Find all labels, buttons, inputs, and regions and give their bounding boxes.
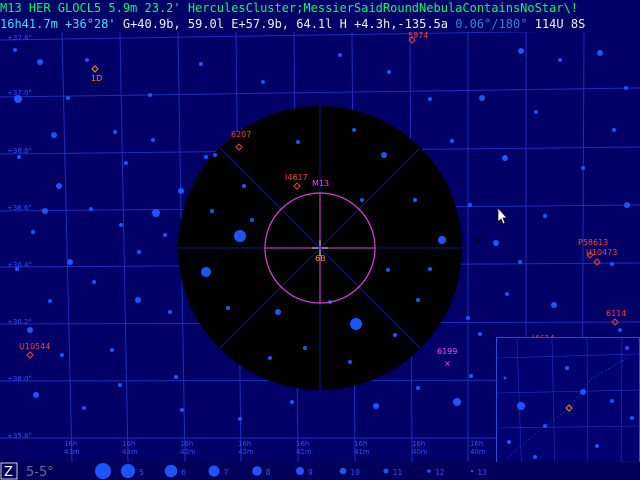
ra-readout: 16h41.7m <box>0 17 58 31</box>
magnitude-dot <box>252 466 262 476</box>
magnitude-dot <box>208 465 220 477</box>
dec-label: +36.0° <box>7 375 32 383</box>
magnitude-dot <box>427 469 431 473</box>
object-label-5874[interactable]: 5874 <box>408 32 428 40</box>
magnitude-dot <box>164 464 178 478</box>
magnitude-label: 11 <box>393 468 403 477</box>
object-label-1d[interactable]: 1D <box>91 74 102 83</box>
ra-label: 42m <box>180 448 196 456</box>
object-label-p58613[interactable]: P58613 <box>578 238 608 247</box>
magnitude-dot <box>296 467 304 475</box>
magnitude-range-label: 5-5° <box>26 465 54 480</box>
dec-label: +36.4° <box>7 261 32 269</box>
object-label-m13[interactable]: M13 <box>312 179 329 188</box>
object-label-u10544[interactable]: U10544 <box>19 342 50 351</box>
dec-label: +37.8° <box>7 34 32 42</box>
magnitude-dot <box>339 467 347 475</box>
magnitude-label: 13 <box>477 468 487 477</box>
object-label-6207[interactable]: 6207 <box>231 130 251 139</box>
magnitude-label: 8 <box>266 468 271 477</box>
zoom-z-label[interactable]: Z <box>4 465 13 480</box>
ra-label-row: 16h43m16h43m16h42m16h42m16h41m16h41m16h4… <box>64 440 544 456</box>
ra-label: 16h <box>238 440 251 448</box>
chart-number: 114U <box>534 17 564 31</box>
coordinates-bar: 16h41.7m +36°28' G+40.9b, 59.0l E+57.9b,… <box>0 16 640 32</box>
magnitude-label: 9 <box>308 468 313 477</box>
horizon-readout: H +4.3h,-135.5a <box>339 17 448 31</box>
magnitude-dot <box>470 469 474 473</box>
ra-label: 42m <box>238 448 254 456</box>
object-label-u10473[interactable]: U10473 <box>586 248 617 257</box>
dec-label: +36.2° <box>7 318 32 326</box>
ra-label: 16h <box>64 440 77 448</box>
magnitude-label: 7 <box>224 468 229 477</box>
magnitude-label: 12 <box>435 468 445 477</box>
magnitude-bar: Z 5-5° 5 6 7 8 9 10 11 12 13 <box>0 462 640 480</box>
magnitude-dot <box>383 468 389 474</box>
object-label-6199[interactable]: 6199 <box>437 347 457 356</box>
ra-label: 16h <box>354 440 367 448</box>
magnitude-label: 5 <box>139 468 144 477</box>
extra-readout: 8S <box>570 17 586 31</box>
dec-label: +36.6° <box>7 204 32 212</box>
object-label-6199-mark: × <box>444 359 451 368</box>
fov-readout: 0.06°/180° <box>455 17 528 31</box>
magnitude-label: 10 <box>350 468 360 477</box>
object-label-6b[interactable]: 6B <box>315 254 326 263</box>
object-description: M13 HER GLOCL5 5.9m 23.2' HerculesCluste… <box>0 1 578 15</box>
object-info-bar: M13 HER GLOCL5 5.9m 23.2' HerculesCluste… <box>0 0 640 16</box>
dec-label: +37.0° <box>7 89 32 97</box>
dec-label: +36.8° <box>7 147 32 155</box>
magnitude-label: 6 <box>181 468 186 477</box>
ra-label: 40m <box>470 448 486 456</box>
ra-label: 41m <box>354 448 370 456</box>
object-label-6114[interactable]: 6114 <box>606 309 626 318</box>
galactic-readout: G+40.9b, 59.0l <box>122 17 224 31</box>
magnitude-dot <box>95 463 111 479</box>
overview-minimap[interactable] <box>496 337 640 480</box>
ra-label: 41m <box>296 448 312 456</box>
magnitude-dot <box>121 464 135 478</box>
ra-label: 16h <box>180 440 193 448</box>
ra-label: 16h <box>470 440 483 448</box>
ra-label: 16h <box>296 440 309 448</box>
ra-label: 40m <box>412 448 428 456</box>
ra-label: 43m <box>64 448 80 456</box>
minimap-target <box>565 404 573 412</box>
mouse-pointer <box>497 207 508 225</box>
ra-label: 16h <box>412 440 425 448</box>
ra-label: 16h <box>122 440 135 448</box>
ecliptic-readout: E+57.9b, 64.1l <box>231 17 333 31</box>
ra-label: 43m <box>122 448 138 456</box>
object-label-i4617[interactable]: I4617 <box>285 173 308 182</box>
dec-label: +35.8° <box>7 432 32 440</box>
planetarium-window[interactable]: M13 HER GLOCL5 5.9m 23.2' HerculesCluste… <box>0 0 640 480</box>
dec-readout: +36°28' <box>65 17 116 31</box>
orientation-glyph: +° <box>474 235 487 246</box>
